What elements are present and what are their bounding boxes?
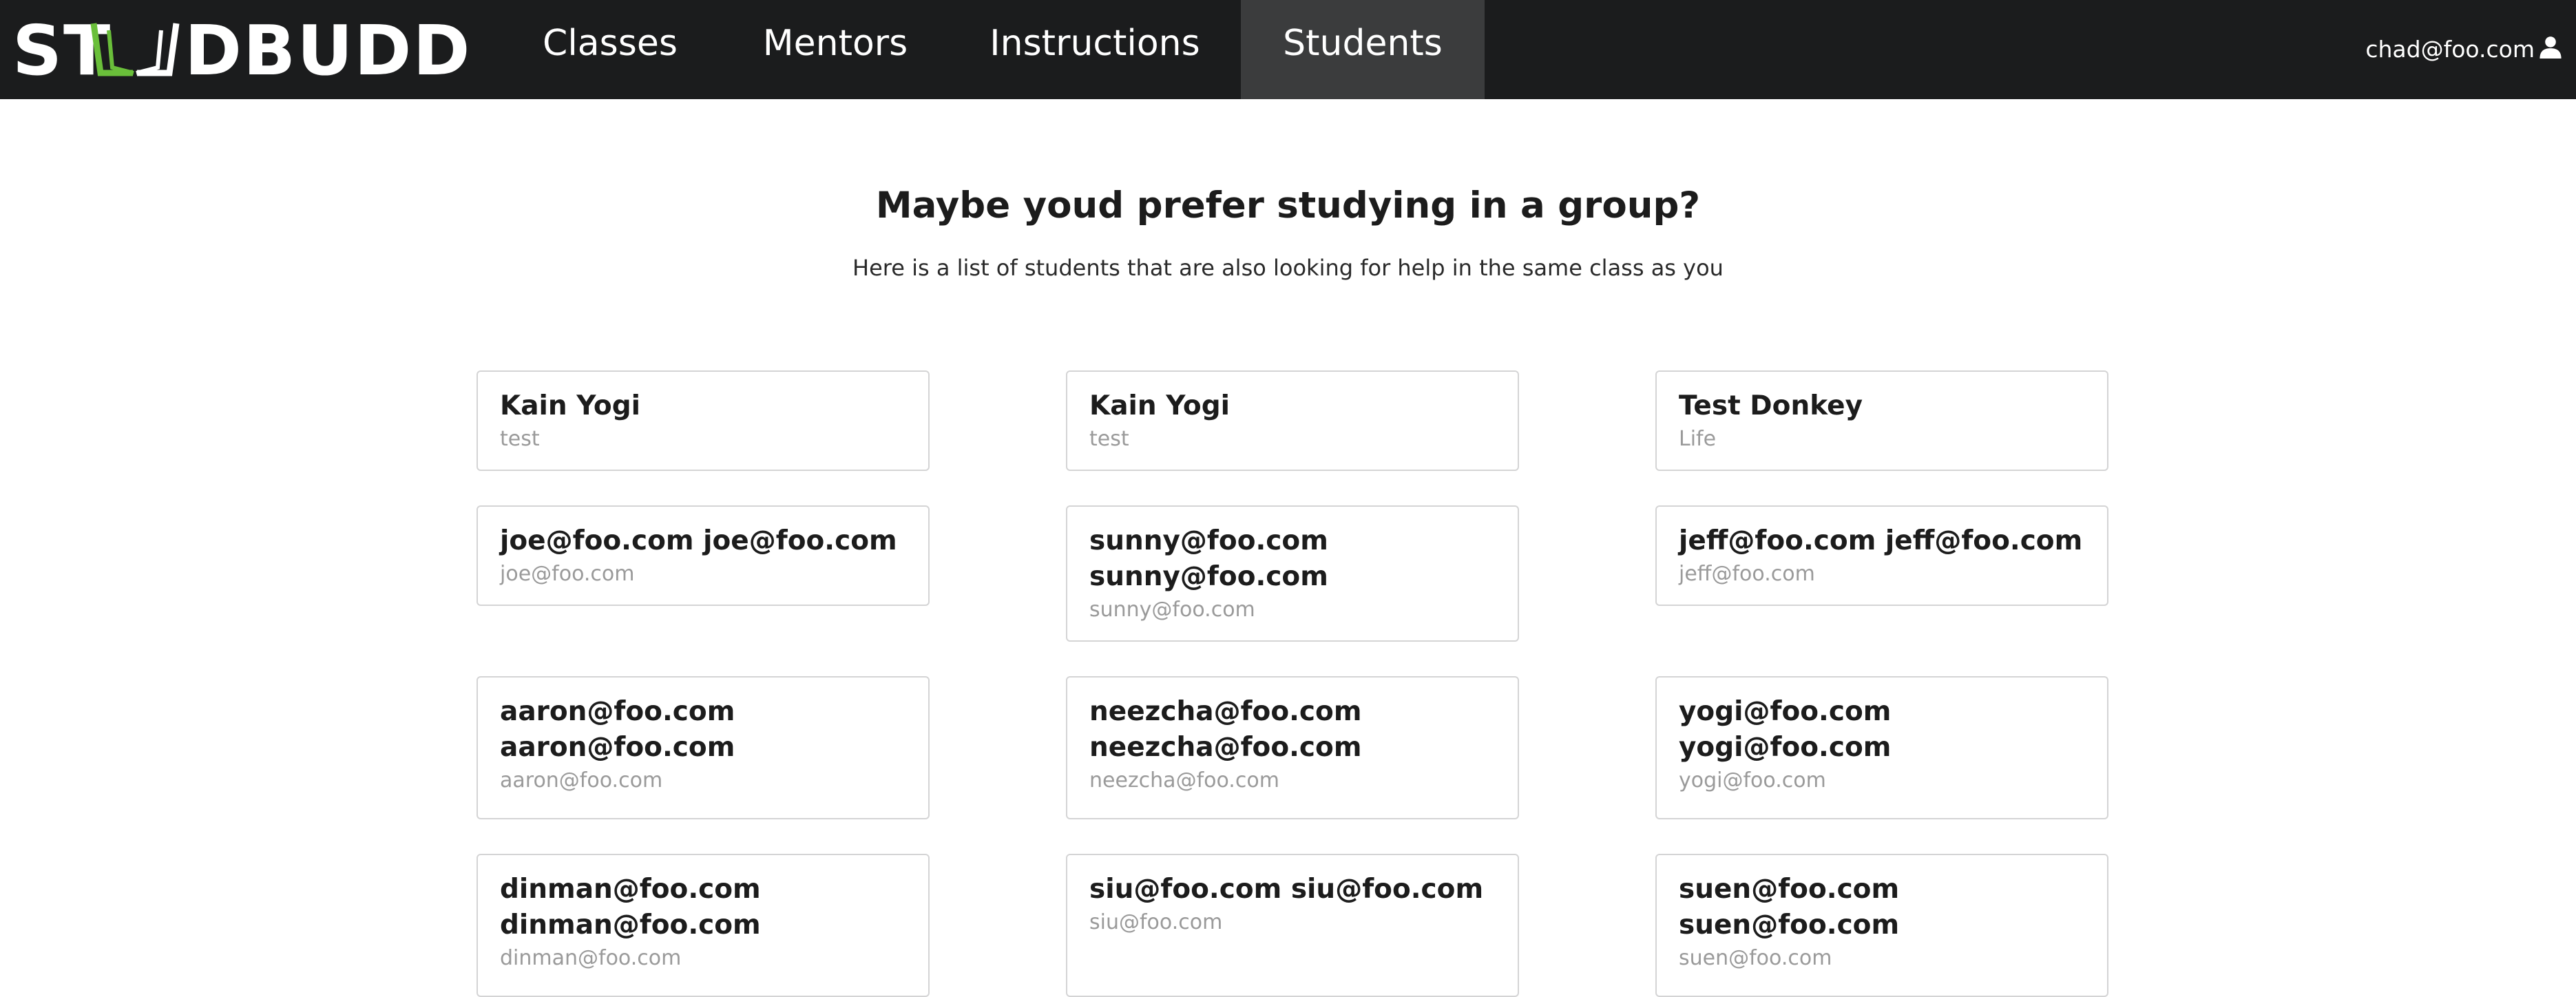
user-email: chad@foo.com [2365,36,2535,63]
student-email: joe@foo.com [500,562,635,586]
student-card[interactable]: yogi@foo.com yogi@foo.com yogi@foo.com [1655,676,2108,819]
student-card[interactable]: Kain Yogi test [1066,370,1519,471]
user-icon [2540,36,2562,59]
student-email: jeff@foo.com [1679,562,1815,586]
student-name: neezcha@foo.com neezcha@foo.com [1089,696,1362,763]
student-email: siu@foo.com [1089,910,1223,934]
studbudd-logo[interactable]: ST DBUDD [12,11,474,87]
student-name: dinman@foo.com dinman@foo.com [500,874,761,941]
nav-mentors[interactable]: Mentors [745,0,925,99]
student-name: Test Donkey [1679,390,1863,421]
student-email: sunny@foo.com [1089,598,1255,622]
student-email: dinman@foo.com [500,946,682,970]
page-title: Maybe youd prefer studying in a group? [875,185,1701,227]
student-name: aaron@foo.com aaron@foo.com [500,696,735,763]
nav-classes[interactable]: Classes [520,0,700,99]
student-card[interactable]: neezcha@foo.com neezcha@foo.com neezcha@… [1066,676,1519,819]
student-email: suen@foo.com [1679,946,1832,970]
student-name: Kain Yogi [1089,390,1230,421]
student-email: yogi@foo.com [1679,768,1826,793]
student-class: test [500,427,540,451]
student-name: Kain Yogi [500,390,640,421]
student-email: neezcha@foo.com [1089,768,1279,793]
page-subtitle: Here is a list of students that are also… [852,255,1724,281]
student-card[interactable]: sunny@foo.com sunny@foo.com sunny@foo.co… [1066,505,1519,642]
student-card[interactable]: Kain Yogi test [477,370,930,471]
nav-students[interactable]: Students [1241,0,1485,99]
top-navbar: ST DBUDD Classes Mentors Instructions St… [0,0,2576,99]
student-cards-grid: Kain Yogi test Kain Yogi test Test Donke… [477,370,2108,997]
student-email: aaron@foo.com [500,768,663,793]
user-menu[interactable]: chad@foo.com [2365,0,2562,99]
student-card[interactable]: aaron@foo.com aaron@foo.com aaron@foo.co… [477,676,930,819]
student-name: joe@foo.com joe@foo.com [500,525,897,556]
student-name: siu@foo.com siu@foo.com [1089,874,1484,905]
student-name: suen@foo.com suen@foo.com [1679,874,1900,941]
student-card[interactable]: dinman@foo.com dinman@foo.com dinman@foo… [477,854,930,997]
student-name: jeff@foo.com jeff@foo.com [1679,525,2083,556]
student-card[interactable]: joe@foo.com joe@foo.com joe@foo.com [477,505,930,606]
student-card[interactable]: jeff@foo.com jeff@foo.com jeff@foo.com [1655,505,2108,606]
student-card[interactable]: siu@foo.com siu@foo.com siu@foo.com [1066,854,1519,997]
student-name: yogi@foo.com yogi@foo.com [1679,696,1892,763]
student-name: sunny@foo.com sunny@foo.com [1089,525,1328,592]
student-class: Life [1679,427,1717,451]
nav-instructions[interactable]: Instructions [981,0,1208,99]
student-class: test [1089,427,1129,451]
student-card[interactable]: suen@foo.com suen@foo.com suen@foo.com [1655,854,2108,997]
svg-text:DBUDD: DBUDD [185,11,471,87]
student-card[interactable]: Test Donkey Life [1655,370,2108,471]
